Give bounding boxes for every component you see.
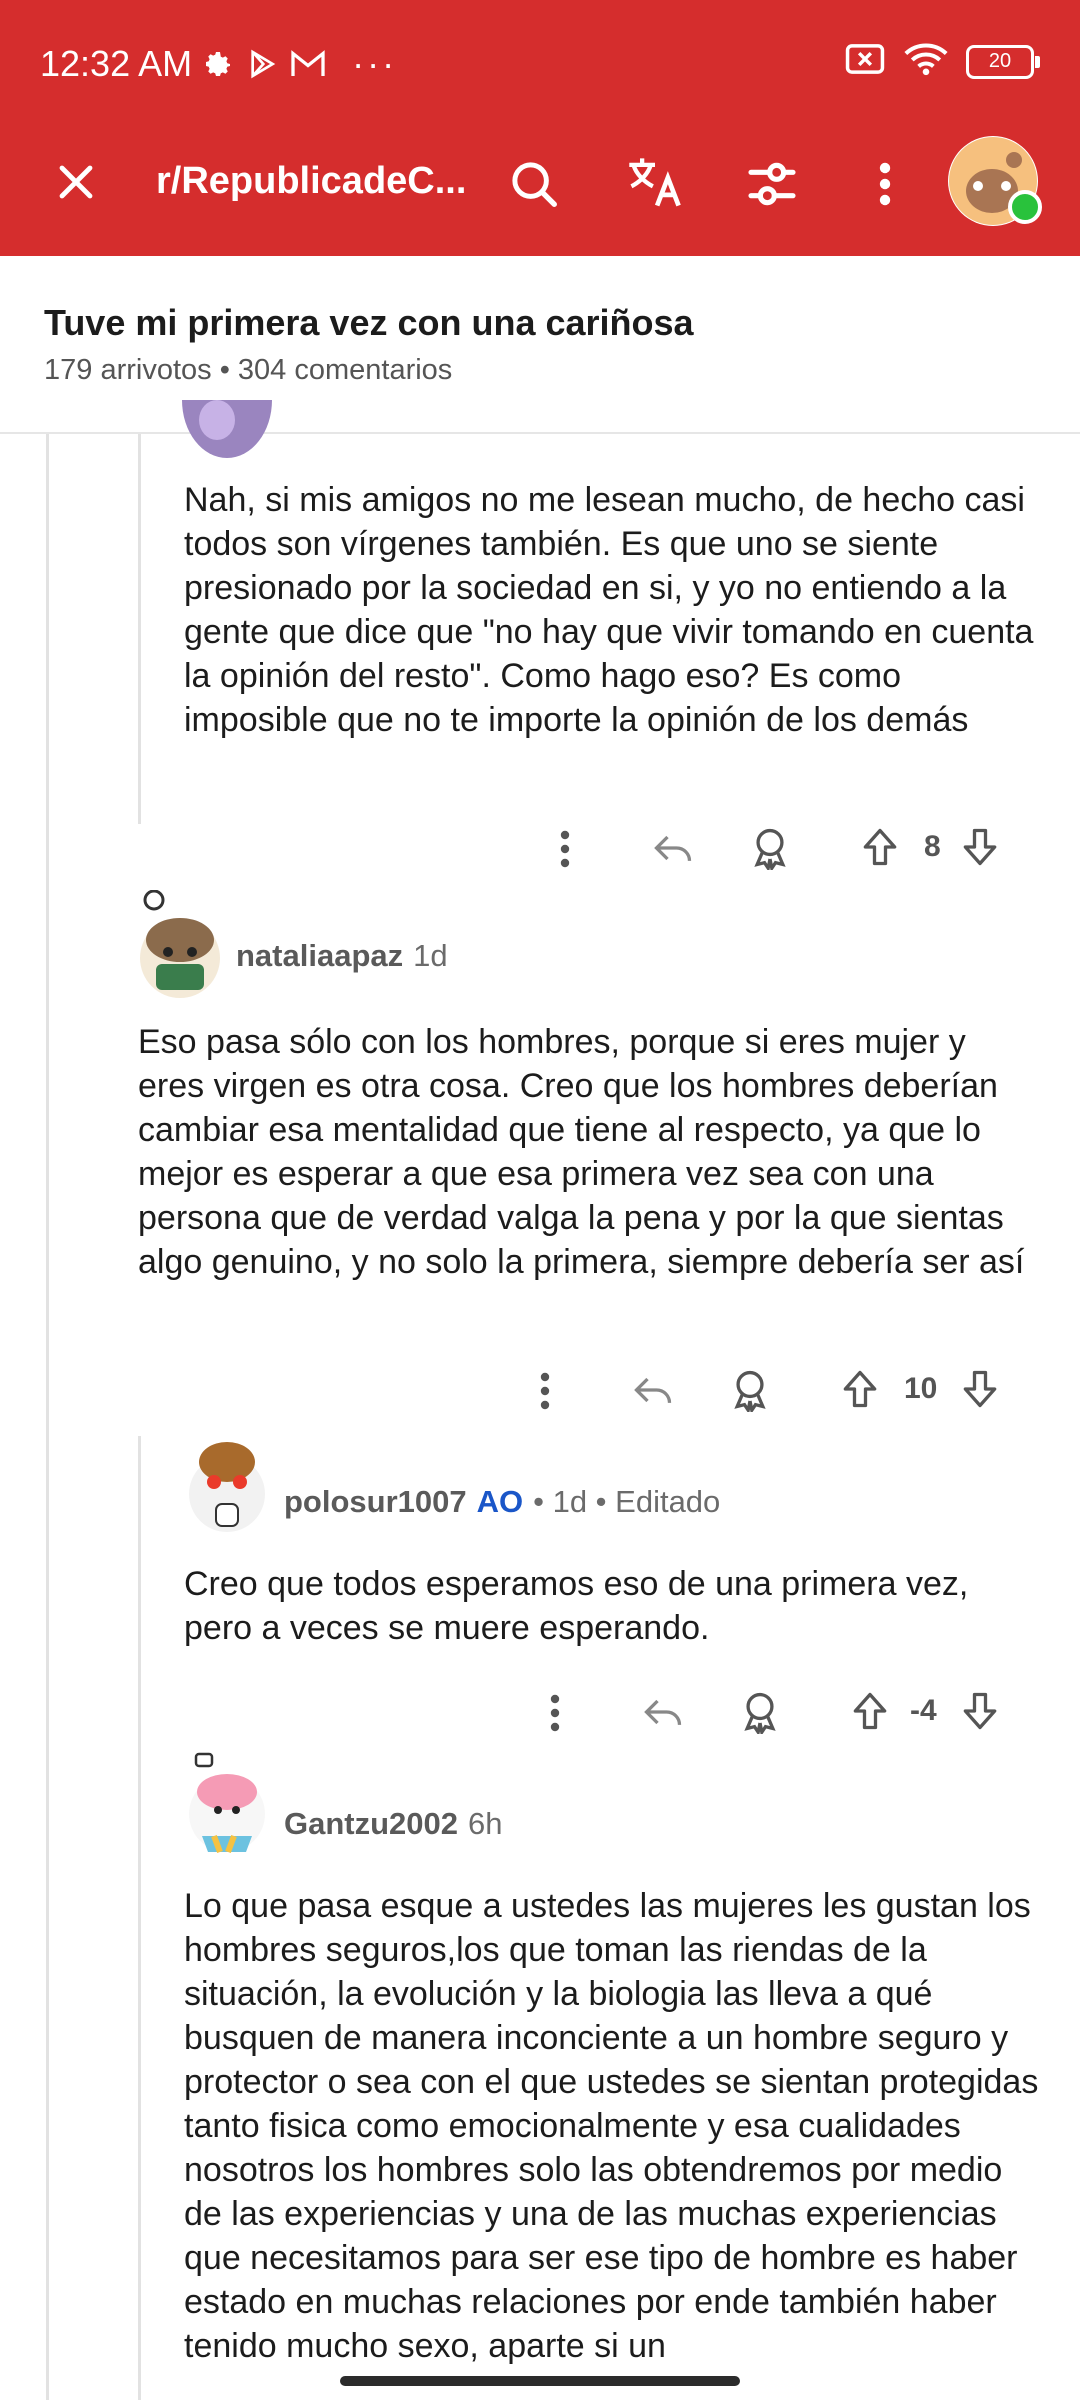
avatar xyxy=(134,890,224,1000)
more-vert-icon[interactable] xyxy=(548,1692,562,1734)
comment-author-row: polosur1007 AO • 1d • Editado xyxy=(284,1484,720,1520)
thread-line xyxy=(138,1436,141,2400)
search-icon[interactable] xyxy=(502,152,566,216)
mail-icon xyxy=(290,49,326,79)
thread-line xyxy=(46,434,49,2400)
reply-icon[interactable] xyxy=(640,1690,686,1734)
battery-indicator: 20 xyxy=(966,44,1040,79)
vote-count: 8 xyxy=(924,830,941,863)
comment-author[interactable]: Gantzu2002 xyxy=(284,1806,458,1842)
reply-icon[interactable] xyxy=(650,826,696,870)
avatar xyxy=(184,1750,270,1860)
award-icon[interactable] xyxy=(738,1690,782,1734)
post-title[interactable]: Tuve mi primera vez con una cariñosa xyxy=(44,302,694,344)
online-status-dot xyxy=(1008,190,1042,224)
comment-body: Creo que todos esperamos eso de una prim… xyxy=(184,1565,969,1647)
upvote-icon[interactable] xyxy=(858,824,902,870)
comment-actions: 8 xyxy=(540,818,1020,878)
filter-icon[interactable] xyxy=(740,152,804,216)
avatar xyxy=(184,1432,270,1536)
more-vert-icon[interactable] xyxy=(558,828,572,870)
reply-icon[interactable] xyxy=(630,1368,676,1412)
home-indicator[interactable] xyxy=(340,2376,740,2386)
comment-author-row: nataliaapaz 1d xyxy=(236,938,448,974)
comment-time: 1d xyxy=(413,938,448,973)
upvote-icon[interactable] xyxy=(848,1688,892,1734)
status-more: ··· xyxy=(352,43,398,84)
play-icon xyxy=(244,48,280,80)
downvote-icon[interactable] xyxy=(958,1688,1002,1734)
comment-author-row: Gantzu2002 6h xyxy=(284,1806,503,1842)
comment-body: Lo que pasa esque a ustedes las mujeres … xyxy=(184,1887,1039,2365)
status-time: 12:32 AM xyxy=(40,43,193,84)
settings-icon xyxy=(202,48,234,80)
comment-body: Nah, si mis amigos no me lesean mucho, d… xyxy=(184,481,1034,739)
comment-time: • 1d • Editado xyxy=(533,1484,721,1519)
award-icon[interactable] xyxy=(728,1368,772,1412)
more-vert-icon[interactable] xyxy=(538,1370,552,1412)
upvote-icon[interactable] xyxy=(838,1366,882,1412)
downvote-icon[interactable] xyxy=(958,1366,1002,1412)
comment-body: Eso pasa sólo con los hombres, porque si… xyxy=(138,1023,1025,1281)
app-bar: 12:32 AM ··· 20 r/RepublicadeC... xyxy=(0,0,1080,256)
vote-count: 10 xyxy=(904,1372,938,1405)
post-header xyxy=(0,256,1080,434)
comment-actions: 10 xyxy=(520,1360,1020,1420)
more-vert-icon[interactable] xyxy=(858,152,912,216)
sim-icon xyxy=(844,43,886,80)
close-icon[interactable] xyxy=(46,152,106,212)
downvote-icon[interactable] xyxy=(958,824,1002,870)
post-meta: 179 arrivotos • 304 comentarios xyxy=(44,354,453,386)
op-badge: AO xyxy=(476,1484,524,1519)
comment-actions: -4 xyxy=(530,1682,1020,1742)
avatar xyxy=(182,400,272,460)
vote-count: -4 xyxy=(910,1694,937,1727)
wifi-icon xyxy=(904,42,948,81)
status-icons: 20 xyxy=(844,42,1040,81)
translate-icon[interactable] xyxy=(620,150,690,214)
comment-time: 6h xyxy=(468,1806,503,1841)
comment-author[interactable]: polosur1007 xyxy=(284,1484,467,1520)
thread-line xyxy=(138,434,141,824)
award-icon[interactable] xyxy=(748,826,792,870)
status-bar: 12:32 AM ··· xyxy=(40,38,397,90)
subreddit-title[interactable]: r/RepublicadeC... xyxy=(156,160,466,203)
comment-author[interactable]: nataliaapaz xyxy=(236,938,403,974)
